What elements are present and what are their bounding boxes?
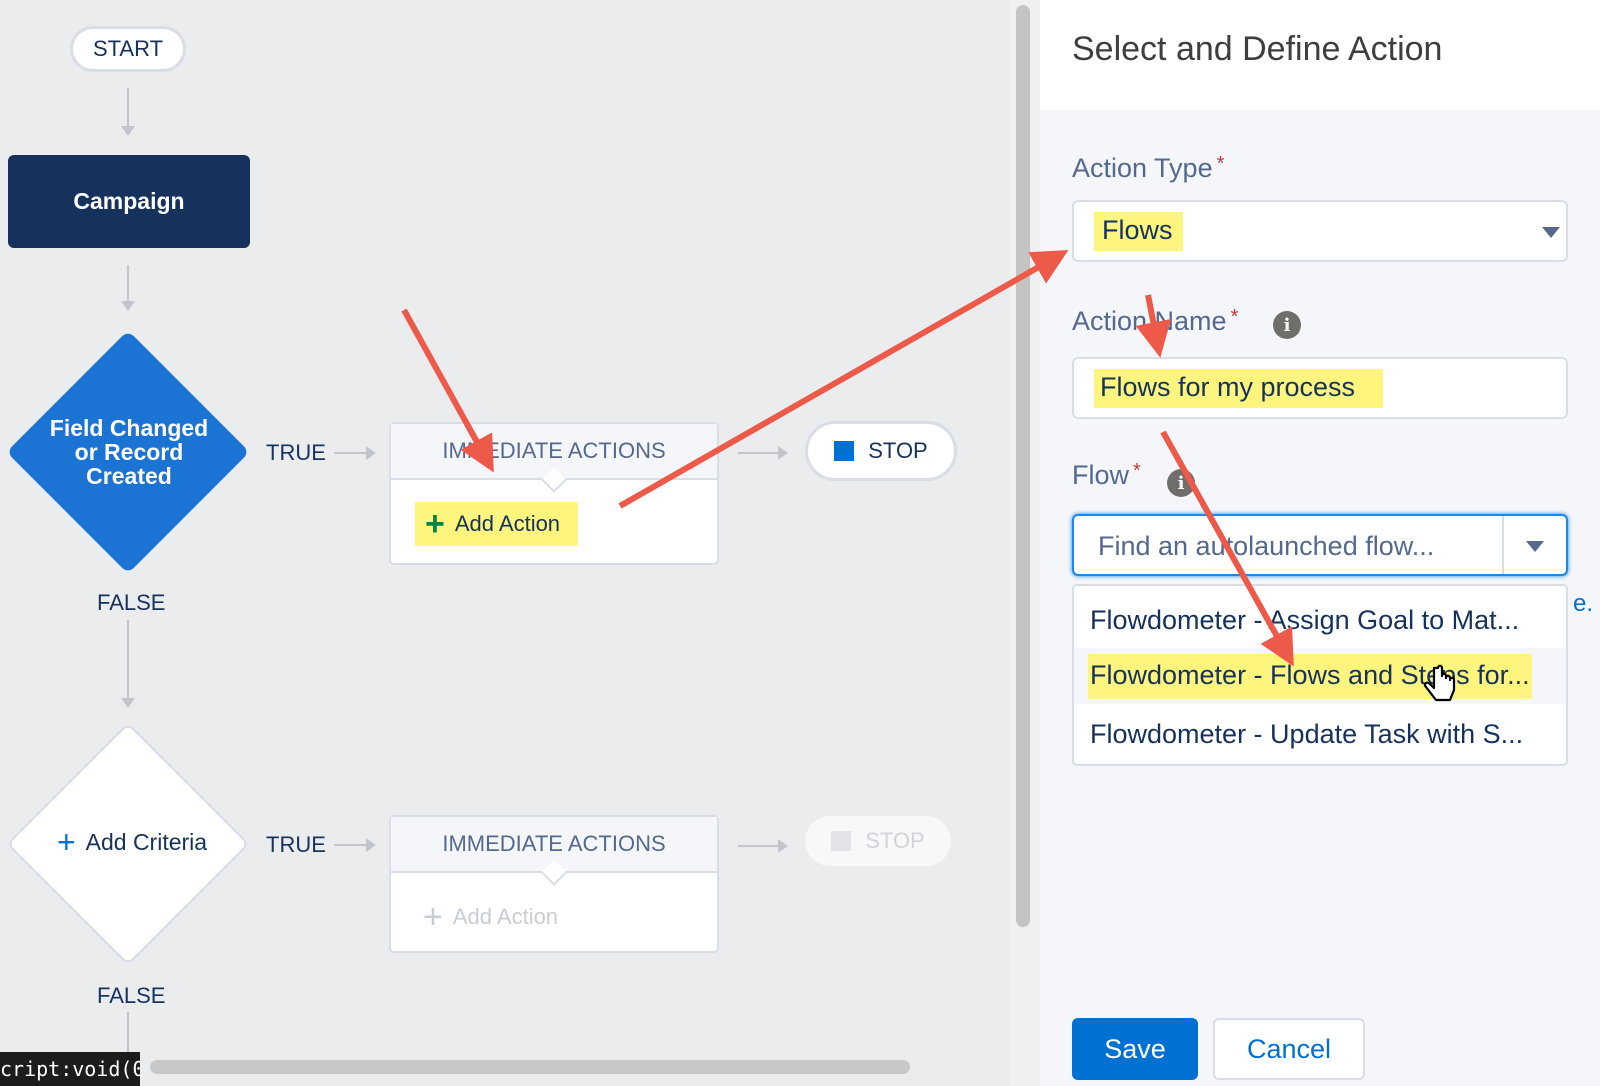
stop-square-icon xyxy=(834,441,855,461)
criteria-line-2: or Record xyxy=(74,439,184,465)
hand-cursor-icon xyxy=(1423,664,1456,702)
connector-arrow xyxy=(121,265,135,311)
action-type-select[interactable]: Flows xyxy=(1072,200,1568,262)
false-label-1: FALSE xyxy=(97,590,166,615)
add-action-label-1: Add Action xyxy=(454,511,561,536)
action-name-label-text: Action Name xyxy=(1072,306,1227,336)
flow-option-2-label: Flowdometer - Flows and Steps for... xyxy=(1088,653,1532,699)
immediate-actions-header-1: IMMEDIATE ACTIONS xyxy=(391,424,717,480)
campaign-label: Campaign xyxy=(73,188,185,214)
connector-arrow xyxy=(121,620,135,708)
stop-label-1: STOP xyxy=(868,438,928,463)
action-type-label: Action Type * xyxy=(1072,153,1224,184)
flow-search-placeholder: Find an autolaunched flow... xyxy=(1098,531,1435,561)
stop-node-2: STOP xyxy=(805,816,951,866)
false-label-2: FALSE xyxy=(97,983,166,1008)
panel-title: Select and Define Action xyxy=(1072,30,1443,68)
plus-icon: + xyxy=(56,824,76,860)
immediate-actions-title-1: IMMEDIATE ACTIONS xyxy=(442,438,666,463)
connector-arrow xyxy=(334,446,376,460)
status-tip-text: cript:void(0); xyxy=(0,1057,140,1081)
flow-option-3-label: Flowdometer - Update Task with S... xyxy=(1090,718,1524,749)
partial-link-text[interactable]: e. xyxy=(1573,590,1593,618)
action-name-input[interactable]: Flows for my process xyxy=(1072,357,1568,419)
add-criteria-button[interactable]: + Add Criteria xyxy=(44,824,220,860)
combobox-divider xyxy=(1502,516,1504,574)
stop-square-icon xyxy=(831,831,852,851)
criteria-node-1-label: Field Changed or Record Created xyxy=(24,416,234,488)
flow-option-2[interactable]: Flowdometer - Flows and Steps for... xyxy=(1074,648,1566,704)
cancel-button[interactable]: Cancel xyxy=(1213,1018,1365,1080)
info-icon[interactable]: i xyxy=(1167,469,1195,497)
connector-arrow xyxy=(738,839,788,853)
required-asterisk: * xyxy=(1133,460,1141,482)
add-action-button-1[interactable]: + Add Action xyxy=(415,502,579,546)
immediate-actions-box-1: IMMEDIATE ACTIONS + Add Action xyxy=(389,422,719,565)
add-criteria-label: Add Criteria xyxy=(85,828,208,855)
connector-arrow xyxy=(121,88,135,136)
required-asterisk: * xyxy=(1230,306,1239,328)
action-panel: Select and Define Action Action Type * Fl… xyxy=(1040,0,1600,1086)
add-action-label-2: Add Action xyxy=(452,904,559,929)
criteria-line-3: Created xyxy=(86,463,172,489)
true-label-1: TRUE xyxy=(266,440,326,465)
flow-label-text: Flow xyxy=(1072,460,1130,490)
dropdown-caret-icon[interactable] xyxy=(1526,541,1544,552)
add-action-button-2: + Add Action xyxy=(423,895,558,939)
start-node: START xyxy=(70,26,186,72)
horizontal-scrollbar[interactable] xyxy=(150,1060,910,1074)
required-asterisk: * xyxy=(1216,153,1225,175)
flow-option-1-label: Flowdometer - Assign Goal to Mat... xyxy=(1090,604,1520,635)
immediate-actions-title-2: IMMEDIATE ACTIONS xyxy=(442,831,666,856)
stop-node-1: STOP xyxy=(805,421,957,481)
action-type-value: Flows xyxy=(1094,212,1183,251)
flow-label: Flow * xyxy=(1072,460,1141,491)
connector-arrow xyxy=(334,838,376,852)
immediate-actions-box-2: IMMEDIATE ACTIONS + Add Action xyxy=(389,815,719,953)
connector-arrow xyxy=(738,446,788,460)
flow-option-3[interactable]: Flowdometer - Update Task with S... xyxy=(1074,706,1566,762)
stop-label-2: STOP xyxy=(865,828,925,853)
object-node-campaign[interactable]: Campaign xyxy=(8,155,250,248)
action-name-label: Action Name * xyxy=(1072,306,1238,337)
criteria-line-1: Field Changed xyxy=(49,415,209,441)
status-bar-tooltip: cript:void(0); xyxy=(0,1052,140,1086)
plus-icon: + xyxy=(425,505,445,543)
save-button[interactable]: Save xyxy=(1072,1018,1198,1080)
immediate-actions-header-2: IMMEDIATE ACTIONS xyxy=(391,817,717,873)
dropdown-caret-icon xyxy=(1542,227,1560,238)
process-canvas: START Campaign Field Changed or Record C… xyxy=(0,0,1010,1086)
plus-icon: + xyxy=(423,898,443,936)
flow-dropdown-list: Flowdometer - Assign Goal to Mat... Flow… xyxy=(1072,584,1568,766)
action-type-label-text: Action Type xyxy=(1072,153,1213,183)
start-label: START xyxy=(92,36,164,61)
vertical-scrollbar[interactable] xyxy=(1016,5,1030,927)
true-label-2: TRUE xyxy=(266,832,326,857)
flow-search-combobox[interactable]: Find an autolaunched flow... xyxy=(1072,514,1568,576)
panel-header: Select and Define Action xyxy=(1040,0,1600,110)
flow-option-1[interactable]: Flowdometer - Assign Goal to Mat... xyxy=(1074,592,1566,648)
info-icon[interactable]: i xyxy=(1273,311,1301,339)
action-name-value: Flows for my process xyxy=(1094,369,1384,408)
